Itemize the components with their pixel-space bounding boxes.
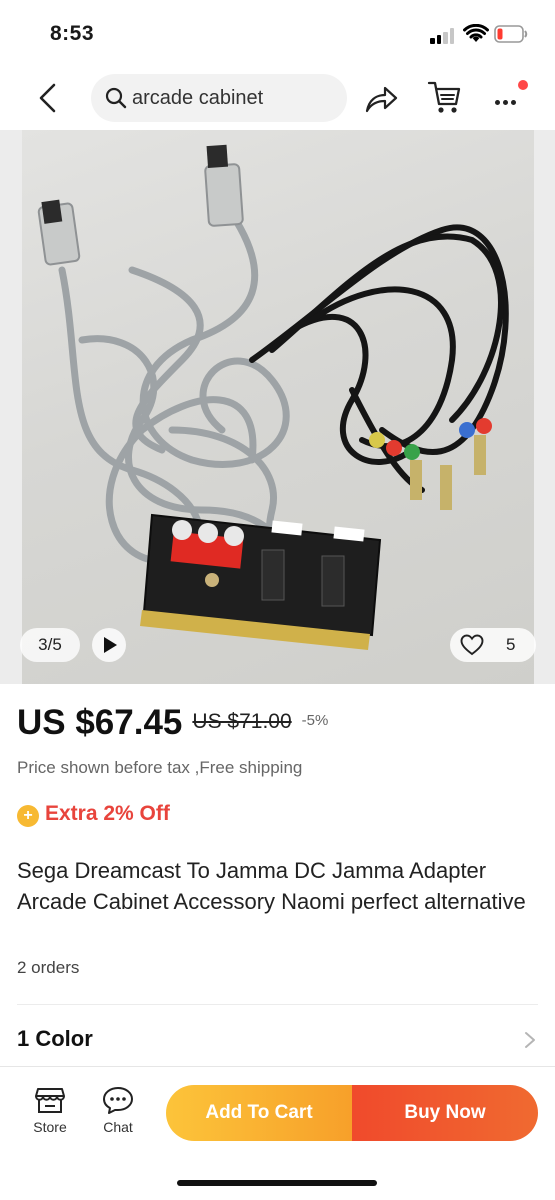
color-selector-row[interactable]: 1 Color (0, 1016, 555, 1062)
chevron-right-icon (525, 1032, 535, 1048)
add-to-cart-button[interactable]: Add To Cart (166, 1085, 352, 1141)
heart-icon (460, 634, 484, 656)
price-row: US $67.45 US $71.00 -5% (17, 703, 328, 749)
chat-icon (103, 1087, 133, 1114)
share-icon[interactable] (363, 82, 399, 116)
wish-count: 5 (506, 635, 516, 654)
more-icon[interactable] (490, 80, 530, 116)
discount-badge: -5% (301, 712, 329, 729)
current-price: US $67.45 (17, 703, 183, 742)
back-icon[interactable] (30, 78, 70, 118)
cart-icon[interactable] (426, 78, 462, 116)
image-counter: 3/5 (20, 628, 80, 662)
chat-button[interactable]: Chat (96, 1085, 140, 1141)
search-icon (105, 87, 127, 109)
wifi-icon (463, 24, 489, 42)
play-icon[interactable] (92, 628, 126, 662)
store-button[interactable]: Store (28, 1085, 72, 1141)
buy-now-button[interactable]: Buy Now (352, 1085, 538, 1141)
product-gallery[interactable] (0, 130, 555, 684)
coupon-plus-icon: + (17, 805, 39, 827)
search-input[interactable]: arcade cabinet (91, 74, 347, 122)
notification-dot (518, 80, 528, 90)
store-icon (35, 1088, 65, 1113)
wishlist-button[interactable]: 5 (450, 628, 536, 662)
store-label: Store (33, 1119, 67, 1135)
battery-icon (494, 25, 528, 43)
status-time: 8:53 (50, 22, 95, 45)
orders-count: 2 orders (17, 958, 80, 977)
product-photo[interactable] (22, 130, 534, 684)
divider (17, 1004, 538, 1005)
original-price: US $71.00 (192, 710, 292, 733)
status-bar: 8:53 (0, 0, 555, 70)
color-label: 1 Color (17, 1026, 93, 1051)
top-nav: arcade cabinet (0, 70, 555, 130)
product-title: Sega Dreamcast To Jamma DC Jamma Adapter… (17, 858, 526, 914)
tax-note: Price shown before tax ,Free shipping (17, 758, 303, 777)
home-indicator (177, 1180, 377, 1186)
coupon-text: Extra 2% Off (45, 802, 170, 825)
chat-label: Chat (103, 1119, 133, 1135)
signal-icon (430, 27, 456, 44)
search-query: arcade cabinet (132, 87, 264, 109)
